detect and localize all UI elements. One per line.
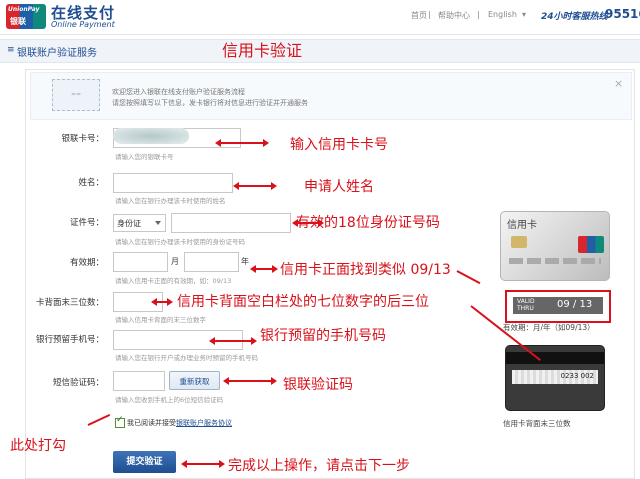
cvn-hint: 请输入信用卡背面的末三位数字 xyxy=(115,316,206,324)
card-number-placeholder xyxy=(509,258,601,264)
annotation-arrow xyxy=(151,298,173,306)
resend-sms-button[interactable]: 重新获取 xyxy=(169,371,220,390)
agree-prefix: 我已阅读并接受 xyxy=(127,419,176,427)
annotation-arrow xyxy=(250,265,278,273)
check-icon: ✓ xyxy=(116,415,124,425)
nav-home-link[interactable]: 首页 xyxy=(411,10,427,21)
id-number-label: 证件号： xyxy=(69,218,104,228)
name-input[interactable] xyxy=(113,173,233,193)
sms-code-label: 短信验证码： xyxy=(52,378,104,388)
phone-hint: 请输入您在银行开户或办理业务时预留的手机号码 xyxy=(115,354,258,362)
close-icon[interactable]: × xyxy=(614,77,623,90)
annotation-check: 此处打勾 xyxy=(10,438,66,454)
expiry-year-unit: 年 xyxy=(241,257,249,266)
annotation-card: 输入信用卡卡号 xyxy=(290,137,388,153)
annotation-arrow xyxy=(223,377,277,385)
id-type-select[interactable]: 身份证 xyxy=(113,214,166,232)
welcome-text: 欢迎您进入银联在线支付账户验证服务流程 请您按照填写以下信息，发卡银行将对信息进… xyxy=(112,87,472,109)
valid-thru-date: 09 / 13 xyxy=(557,299,593,310)
annotation-arrow xyxy=(233,182,277,190)
cvn-label: 卡背面末三位数： xyxy=(35,298,104,308)
unionpay-logo-icon xyxy=(578,236,604,253)
card-number-label: 银联卡号： xyxy=(61,134,104,144)
card-front-title: 信用卡 xyxy=(507,220,537,231)
annotation-cvn: 信用卡背面空白栏处的七位数字的后三位 xyxy=(177,294,429,310)
phone-label: 银行预留手机号： xyxy=(35,335,104,345)
annotation-arrow xyxy=(209,337,257,345)
welcome-line-2: 请您按照填写以下信息，发卡银行将对信息进行验证并开通服务 xyxy=(112,99,308,107)
welcome-line-1: 欢迎您进入银联在线支付账户验证服务流程 xyxy=(112,88,245,96)
expiry-label: 有效期： xyxy=(69,258,104,268)
annotation-id: 有效的18位身份证号码 xyxy=(296,215,440,231)
valid-thru-caption: 有效期：月/年（如09/13） xyxy=(503,323,595,332)
card-number-masked-value xyxy=(113,128,189,144)
valid-thru-label: VALID THRU xyxy=(517,298,535,312)
id-type-value: 身份证 xyxy=(117,219,141,228)
annotation-sms: 银联验证码 xyxy=(283,377,353,393)
magnetic-stripe xyxy=(506,352,604,364)
id-number-input[interactable] xyxy=(171,213,291,233)
brand-subtitle: Online Payment xyxy=(51,20,115,29)
signature-digits: 0233 002 xyxy=(560,372,594,380)
chevron-down-icon xyxy=(155,221,161,225)
expiry-month-unit: 月 xyxy=(171,257,179,266)
sms-code-input[interactable] xyxy=(113,371,165,391)
chip-icon xyxy=(511,236,527,248)
annotation-phone: 银行预留的手机号码 xyxy=(260,328,386,344)
nav-language-select[interactable]: English xyxy=(488,10,517,19)
name-hint: 请输入您在银行办理该卡时使用的姓名 xyxy=(115,197,226,205)
credit-card-front-image: 信用卡 xyxy=(500,211,610,281)
agree-checkbox[interactable]: ✓ xyxy=(115,415,125,428)
credit-card-back-image: 0233 002 xyxy=(505,345,605,411)
annotation-submit: 完成以上操作，请点击下一步 xyxy=(228,458,410,474)
section-title: 银联账户验证服务 xyxy=(17,48,97,59)
annotation-arrow xyxy=(215,139,269,147)
expiry-hint: 请输入信用卡正面的有效期，如：09/13 xyxy=(115,277,232,285)
annotation-name: 申请人姓名 xyxy=(304,179,374,195)
annotation-expiry: 信用卡正面找到类似 09/13 xyxy=(280,262,451,278)
agree-text: 我已阅读并接受银联账户服务协议 xyxy=(127,418,232,428)
valid-thru-strip: VALID THRU 09 / 13 xyxy=(513,297,603,314)
expiry-year-input[interactable] xyxy=(184,252,239,272)
collapse-icon[interactable]: ≡ xyxy=(7,45,15,55)
valid-thru-highlight: VALID THRU 09 / 13 xyxy=(505,290,611,323)
service-agreement-link[interactable]: 银联账户服务协议 xyxy=(176,419,232,427)
logo-text-bottom: 银联 xyxy=(10,17,26,26)
chevron-down-icon[interactable]: ▾ xyxy=(522,10,526,19)
nav-help-link[interactable]: 帮助中心 xyxy=(438,10,470,21)
annotation-page-title: 信用卡验证 xyxy=(222,41,303,60)
card-back-caption: 信用卡背面末三位数 xyxy=(503,419,571,428)
hotline-number: 95516 xyxy=(605,7,640,21)
unionpay-logo[interactable]: UnionPay 银联 xyxy=(6,4,46,29)
id-number-hint: 请输入您在银行办理该卡时使用的身份证号码 xyxy=(115,238,245,246)
name-label: 姓名： xyxy=(78,178,104,188)
card-number-hint: 请输入您的银联卡号 xyxy=(115,153,174,161)
nav-divider: | xyxy=(428,10,431,19)
nav-divider: | xyxy=(477,10,480,19)
sms-code-hint: 请输入您收到手机上的6位短信验证码 xyxy=(115,396,224,404)
guide-illustration-icon: ≈≈ xyxy=(52,79,100,111)
logo-text-top: UnionPay xyxy=(8,6,40,13)
submit-button[interactable]: 提交验证 xyxy=(113,451,176,473)
signature-panel: 0233 002 xyxy=(512,370,598,384)
annotation-arrow xyxy=(181,460,225,468)
expiry-month-input[interactable] xyxy=(113,252,168,272)
hotline-label: 24小时客服热线 xyxy=(541,12,608,22)
